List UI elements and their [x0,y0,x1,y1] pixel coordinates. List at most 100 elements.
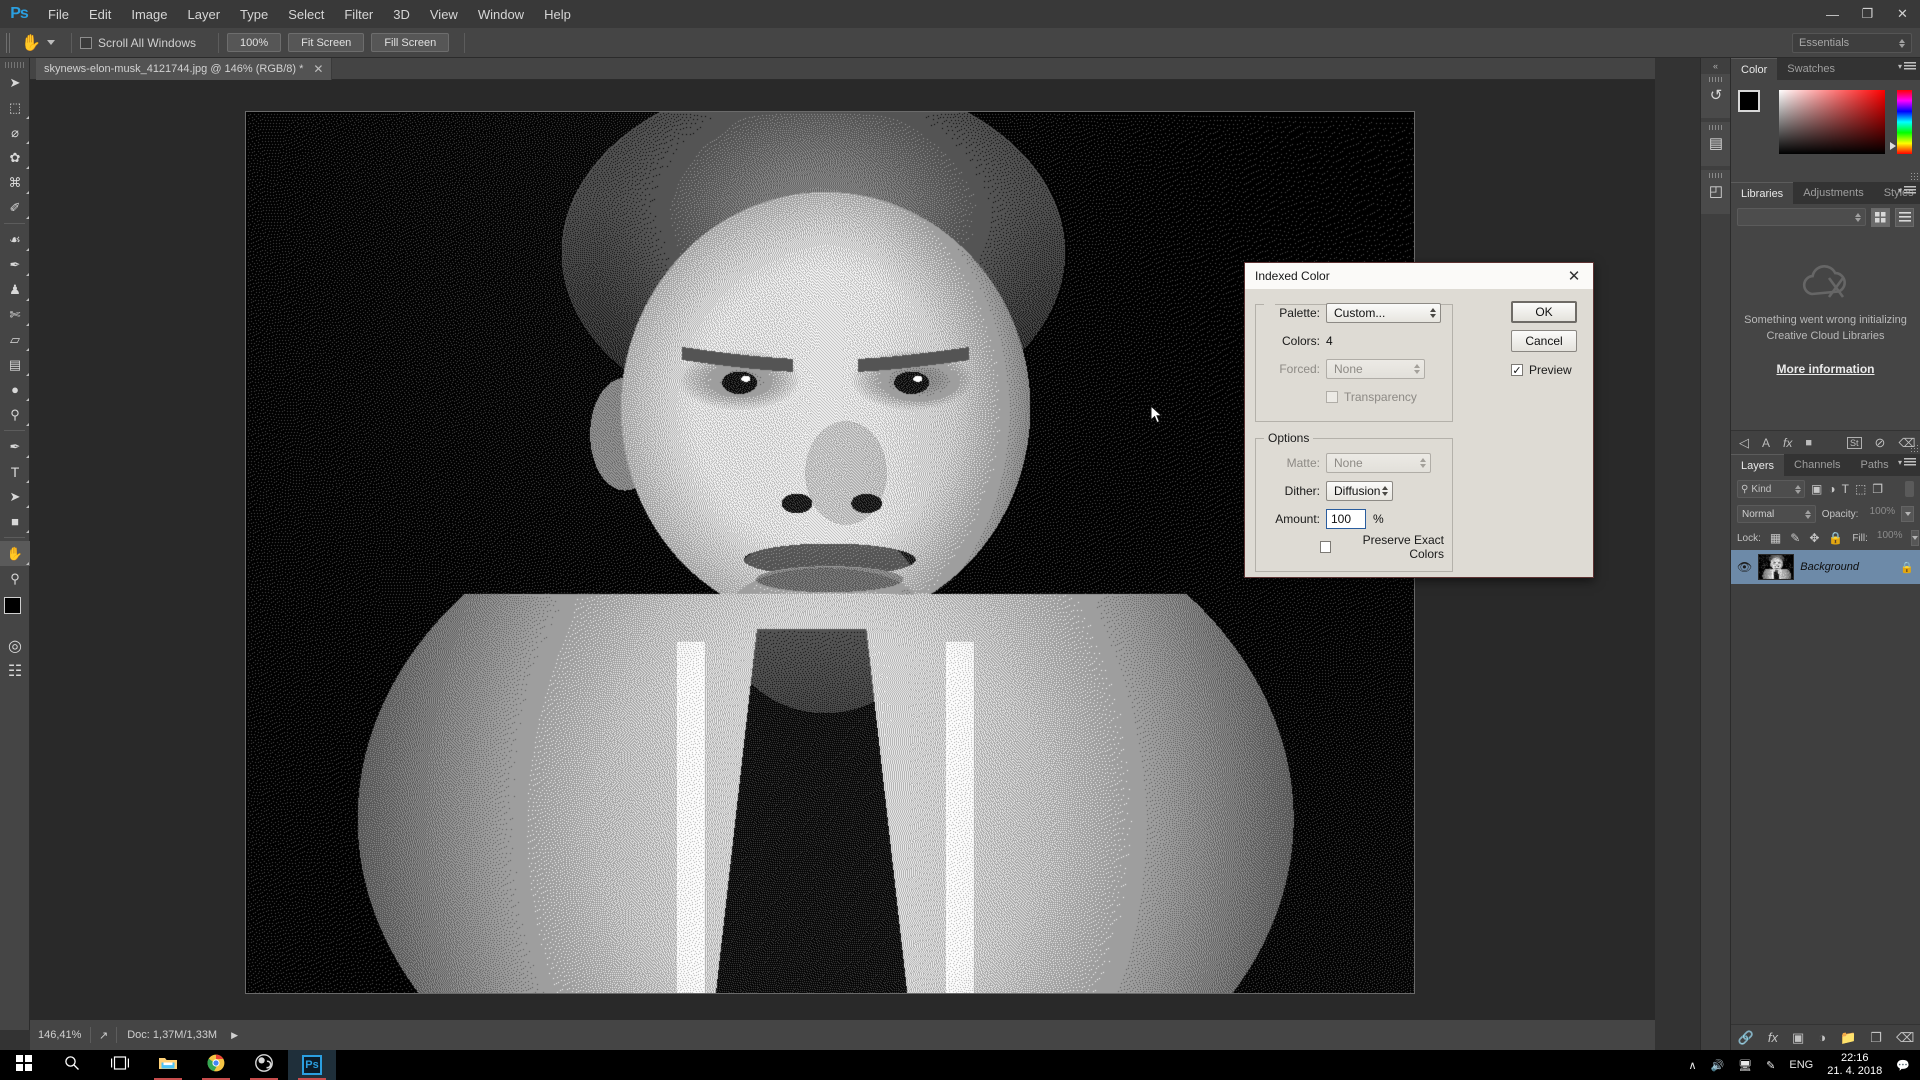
library-selector[interactable] [1737,208,1866,226]
tab-libraries[interactable]: Libraries [1731,182,1794,204]
zoom-tool[interactable]: ⚲ [0,566,30,591]
gradient-tool[interactable]: ▤ [0,352,30,377]
preview-checkbox-row[interactable]: ✓ Preview [1511,363,1583,377]
lock-position-icon[interactable]: ✥ [1809,531,1819,545]
minimize-button[interactable]: — [1815,0,1850,28]
color-panel-foreground-swatch[interactable] [1738,90,1760,112]
quick-selection-tool[interactable]: ✿ [0,145,30,170]
ok-button[interactable]: OK [1511,301,1577,323]
layer-filter-kind-select[interactable]: ⚲ Kind [1737,480,1805,498]
tool-preset-chevron-down-icon[interactable] [47,40,55,45]
create-new-library-icon[interactable]: St [1847,436,1862,449]
type-tool[interactable]: T [0,459,30,484]
tools-panel-grip[interactable] [0,58,29,70]
add-character-style-icon[interactable]: A [1762,436,1770,450]
brush-tool[interactable]: ✒ [0,252,30,277]
hand-tool-icon[interactable]: ✋ [17,30,45,56]
foreground-color-swatch[interactable] [4,597,21,614]
color-swatches[interactable] [0,595,30,629]
menu-edit[interactable]: Edit [79,3,121,26]
new-group-icon[interactable]: 📁 [1840,1030,1856,1046]
fit-screen-button[interactable]: Fit Screen [288,33,365,52]
scroll-all-windows-checkbox[interactable]: Scroll All Windows [80,36,196,50]
filter-toggle-switch[interactable] [1905,481,1914,497]
link-layers-icon[interactable]: 🔗 [1738,1030,1754,1046]
dithered-portrait-canvas[interactable] [246,112,1414,993]
add-graphic-icon[interactable]: ◁ [1739,435,1749,451]
document-tab[interactable]: skynews-elon-musk_4121744.jpg @ 146% (RG… [36,58,333,80]
options-bar-grip[interactable] [6,32,12,53]
delete-layer-icon[interactable]: ⌫ [1896,1030,1914,1046]
file-explorer-icon[interactable] [144,1050,192,1080]
hand-tool[interactable]: ✋ [0,541,30,566]
dodge-tool[interactable]: ⚲ [0,402,30,427]
add-layer-style-icon[interactable]: fx [1768,1030,1778,1045]
hue-marker[interactable] [1890,142,1896,150]
opacity-value[interactable]: 100% [1864,506,1896,522]
clock[interactable]: 22:16 21. 4. 2018 [1827,1052,1882,1078]
screen-mode-icon[interactable]: ☷ [0,658,30,683]
blur-tool[interactable]: ● [0,377,30,402]
path-selection-tool[interactable]: ➤ [0,484,30,509]
collapse-panels-icon[interactable]: « [1701,58,1730,74]
lock-transparent-pixels-icon[interactable]: ▦ [1770,531,1781,545]
workspace-switcher[interactable]: Essentials [1792,33,1912,53]
tab-color[interactable]: Color [1731,58,1778,80]
document-image[interactable] [245,111,1415,994]
list-view-icon[interactable] [1895,207,1914,227]
palette-select[interactable]: Custom... [1326,303,1441,323]
move-tool[interactable]: ➤ [0,70,30,95]
filter-shape-layers-icon[interactable]: ⬚ [1855,482,1866,496]
close-icon[interactable]: ✕ [1565,267,1583,285]
menu-layer[interactable]: Layer [178,3,231,26]
new-fill-adjustment-layer-icon[interactable]: ◑ [1818,1030,1826,1045]
tab-layers[interactable]: Layers [1731,454,1785,476]
sync-error-icon[interactable]: ⊘ [1875,435,1886,451]
menu-view[interactable]: View [420,3,468,26]
obs-studio-icon[interactable] [240,1050,288,1080]
filter-adjustment-layers-icon[interactable]: ◑ [1828,482,1835,496]
menu-select[interactable]: Select [278,3,334,26]
indexed-color-dialog[interactable]: Indexed Color ✕ Palette: Custom... Color… [1244,262,1594,578]
tab-paths[interactable]: Paths [1851,454,1899,476]
tab-swatches[interactable]: Swatches [1777,58,1845,80]
layer-comps-panel-icon[interactable]: ◰ [1701,170,1731,214]
preserve-exact-colors-checkbox[interactable] [1319,541,1331,553]
quick-mask-icon[interactable]: ◎ [0,633,30,658]
panel-menu-icon[interactable]: ▾ [1898,62,1916,71]
add-fill-color-icon[interactable]: ■ [1805,437,1812,449]
color-field[interactable] [1779,90,1885,154]
menu-type[interactable]: Type [230,3,278,26]
preview-checkbox[interactable]: ✓ [1511,364,1523,377]
status-expand-icon[interactable]: ▶ [227,1030,242,1041]
history-brush-tool[interactable]: ✄ [0,302,30,327]
layer-visibility-icon[interactable]: 👁 [1737,560,1752,574]
lock-all-icon[interactable]: 🔒 [1828,531,1843,545]
cancel-button[interactable]: Cancel [1511,330,1577,352]
properties-panel-icon[interactable]: ▤ [1701,122,1731,166]
blend-mode-select[interactable]: Normal [1737,505,1816,523]
panel-menu-icon[interactable]: ▾ [1898,458,1916,467]
show-hidden-icons-icon[interactable]: ∧ [1688,1059,1696,1072]
menu-image[interactable]: Image [121,3,177,26]
menu-window[interactable]: Window [468,3,534,26]
new-layer-icon[interactable]: ❐ [1870,1030,1882,1046]
add-layer-mask-icon[interactable]: ▣ [1792,1030,1804,1046]
color-panel-swatches[interactable] [1738,90,1772,125]
network-icon[interactable]: 🖥 [1738,1059,1752,1072]
search-icon[interactable] [48,1050,96,1080]
task-view-icon[interactable] [96,1050,144,1080]
filter-smart-objects-icon[interactable]: ❐ [1872,482,1883,496]
grid-view-icon[interactable] [1871,207,1890,227]
resize-grip[interactable] [1910,172,1918,180]
amount-input[interactable]: 100 [1326,509,1366,529]
color-panel[interactable] [1731,80,1920,182]
filter-type-layers-icon[interactable]: T [1842,482,1849,496]
fill-stepper[interactable] [1911,530,1920,546]
menu-help[interactable]: Help [534,3,581,26]
fill-value[interactable]: 100% [1877,530,1903,546]
zoom-level[interactable]: 146,41% [30,1029,90,1041]
zoom-100-button[interactable]: 100% [227,33,282,52]
notifications-icon[interactable]: 💬 [1896,1059,1910,1072]
dither-select[interactable]: Diffusion [1326,481,1393,501]
